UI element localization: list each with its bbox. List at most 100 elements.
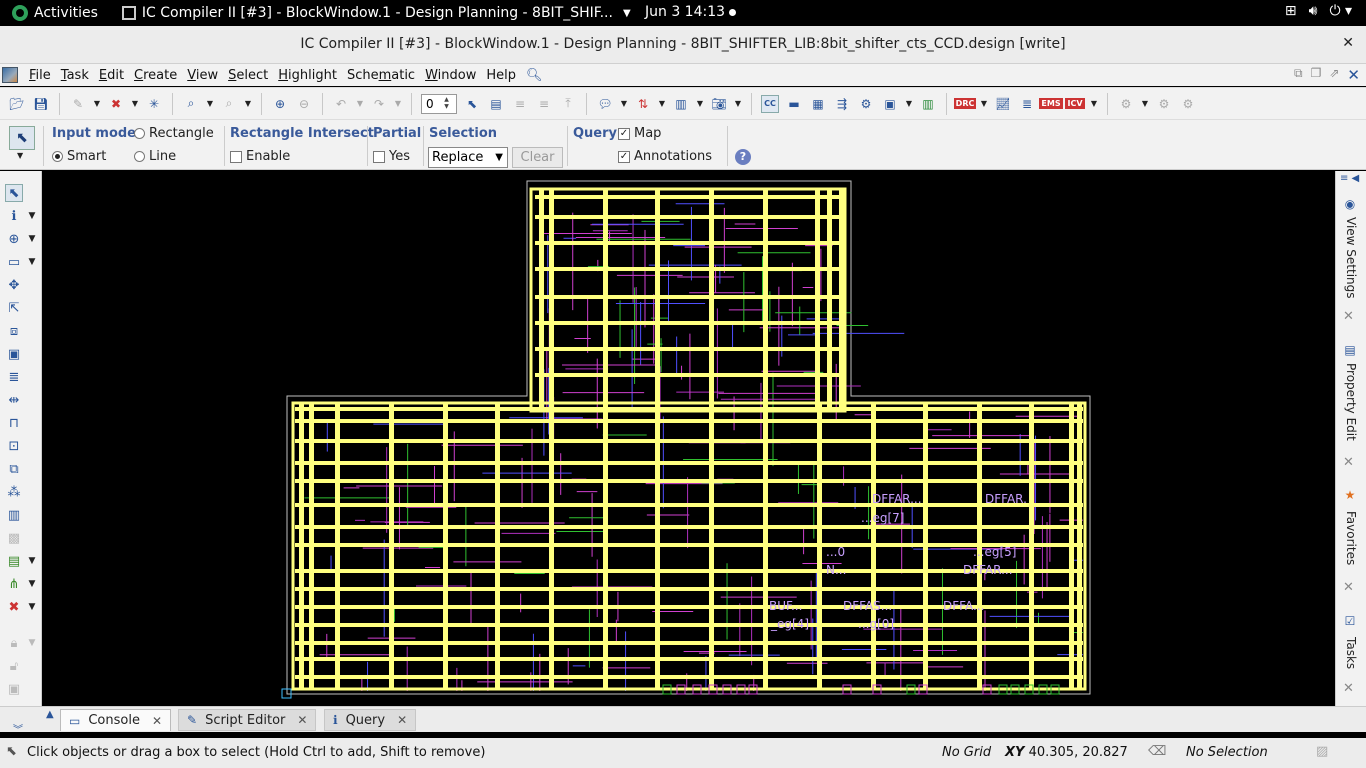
- activities-button[interactable]: Activities: [0, 5, 98, 21]
- view-settings-tab[interactable]: View Settings: [1338, 217, 1364, 299]
- chevron-down-icon[interactable]: ▼: [1090, 95, 1098, 113]
- find-icon[interactable]: ⌕: [182, 95, 200, 113]
- chevron-down-icon[interactable]: ▼: [206, 95, 214, 113]
- split-icon[interactable]: ⧈: [5, 322, 23, 340]
- tile-icon[interactable]: ⧉: [1294, 66, 1303, 84]
- panel-toggle-icon[interactable]: ▨: [1316, 744, 1328, 759]
- select-arrow-icon[interactable]: ⬉: [5, 184, 23, 202]
- menu-schematic[interactable]: Schematic: [342, 68, 420, 83]
- menu-file[interactable]: File: [24, 68, 56, 83]
- help-icon[interactable]: ?: [735, 149, 751, 165]
- tab-script-editor[interactable]: ✎ Script Editor ✕: [178, 709, 317, 731]
- chevron-down-icon[interactable]: ▼: [28, 230, 36, 248]
- bar-graph-icon[interactable]: ▤: [5, 552, 23, 570]
- gear-add-icon[interactable]: ⚙: [1155, 95, 1173, 113]
- clear-button[interactable]: Clear: [512, 147, 563, 168]
- select-tool-icon[interactable]: ⬉: [463, 95, 481, 113]
- chevron-down-icon[interactable]: ▼: [28, 207, 36, 225]
- zoom-icon[interactable]: ⊕: [5, 230, 23, 248]
- chevron-down-icon[interactable]: ▼: [28, 253, 36, 271]
- menu-lines-icon[interactable]: ≡ ◀: [1340, 173, 1359, 184]
- chevron-down-icon[interactable]: ▼: [356, 95, 364, 113]
- chevron-down-icon[interactable]: ▼: [17, 151, 23, 160]
- chevron-down-icon[interactable]: ▼: [620, 95, 628, 113]
- icv-icon[interactable]: ICV: [1065, 95, 1085, 113]
- net-icon[interactable]: ⋔: [5, 575, 23, 593]
- close-icon[interactable]: ✕: [1343, 580, 1354, 595]
- align-icon[interactable]: ≡: [511, 95, 529, 113]
- delete-icon[interactable]: ✖: [107, 95, 125, 113]
- menu-create[interactable]: Create: [129, 68, 182, 83]
- menu-select[interactable]: Select: [223, 68, 273, 83]
- align-cells-icon[interactable]: ≣: [5, 368, 23, 386]
- ems-icon[interactable]: EMS: [1039, 95, 1063, 113]
- chevron-down-icon[interactable]: ▼: [905, 95, 913, 113]
- collapse-panel-icon[interactable]: ︾: [13, 721, 23, 736]
- pin-assign-icon[interactable]: ⇶: [833, 95, 851, 113]
- fixed-icon[interactable]: ▣: [5, 680, 23, 698]
- menu-task[interactable]: Task: [56, 68, 94, 83]
- menu-edit[interactable]: Edit: [94, 68, 129, 83]
- timing-chart-icon[interactable]: 📈︎: [994, 95, 1012, 113]
- close-icon[interactable]: ✕: [152, 714, 162, 728]
- search-icon[interactable]: 🔍︎: [521, 68, 548, 83]
- close-block-window-button[interactable]: ✕: [1347, 66, 1360, 84]
- histogram-icon[interactable]: ≣: [1018, 95, 1036, 113]
- smart-radio[interactable]: Smart: [52, 149, 106, 164]
- redo-icon[interactable]: ↷: [370, 95, 388, 113]
- align-top-icon[interactable]: ⤒: [559, 95, 577, 113]
- zoom-out-icon[interactable]: ⊖: [295, 95, 313, 113]
- chevron-down-icon[interactable]: ▼: [28, 598, 36, 616]
- annotations-checkbox[interactable]: ✓ Annotations: [618, 149, 712, 164]
- menu-window[interactable]: Window: [420, 68, 481, 83]
- hierarchy-icon[interactable]: ▤: [487, 95, 505, 113]
- route-icon[interactable]: ⇅: [634, 95, 652, 113]
- system-tray[interactable]: ⊞ 🔊︎ ⏻ ▾: [1285, 3, 1352, 19]
- window-close-button[interactable]: ✕: [1342, 35, 1354, 51]
- tab-console[interactable]: ▭ Console ✕: [60, 709, 172, 731]
- cross-probe-icon[interactable]: ✳: [145, 95, 163, 113]
- blockage-icon[interactable]: ▩: [5, 529, 23, 547]
- favorites-tab[interactable]: Favorites: [1338, 511, 1364, 565]
- lock-icon[interactable]: 🔒︎: [5, 634, 23, 652]
- chevron-down-icon[interactable]: ▼: [131, 95, 139, 113]
- clock[interactable]: Jun 3 14:13: [645, 4, 737, 20]
- tasks-tab[interactable]: Tasks: [1338, 637, 1364, 669]
- chevron-down-icon[interactable]: ▼: [244, 95, 252, 113]
- close-icon[interactable]: ✕: [1343, 309, 1354, 324]
- tab-query[interactable]: ℹ Query ✕: [324, 709, 417, 731]
- close-icon[interactable]: ✕: [1343, 455, 1354, 470]
- floorplan-icon[interactable]: ▣: [881, 95, 899, 113]
- undo-icon[interactable]: ↶: [332, 95, 350, 113]
- group-icon[interactable]: ⁂: [5, 483, 23, 501]
- layout-canvas[interactable]: DFFAR... DFFAR. ...eg[7] ...0 ...eg[5] N…: [43, 171, 1334, 706]
- camera-icon[interactable]: 📷︎: [710, 95, 728, 113]
- close-icon[interactable]: ✕: [297, 713, 307, 727]
- mirror-icon[interactable]: ⇹: [5, 391, 23, 409]
- copy-icon[interactable]: ⧉: [5, 460, 23, 478]
- chevron-down-icon[interactable]: ▼: [696, 95, 704, 113]
- rectangle-radio[interactable]: Rectangle: [134, 126, 214, 141]
- placement-icon[interactable]: ⚙: [857, 95, 875, 113]
- restore-icon[interactable]: ❐: [1311, 66, 1322, 84]
- ruler-icon[interactable]: ▭: [5, 253, 23, 271]
- menu-help[interactable]: Help: [481, 68, 521, 83]
- pin-icon[interactable]: ⊓: [5, 414, 23, 432]
- menu-highlight[interactable]: Highlight: [273, 68, 342, 83]
- chevron-down-icon[interactable]: ▼: [394, 95, 402, 113]
- close-icon[interactable]: ✕: [397, 713, 407, 727]
- grid-cell-icon[interactable]: ▦: [809, 95, 827, 113]
- pen-icon[interactable]: ✎: [69, 95, 87, 113]
- drc-icon[interactable]: DRC: [953, 95, 977, 113]
- chevron-down-icon[interactable]: ▼: [28, 575, 36, 593]
- align-bottom-icon[interactable]: ≡: [535, 95, 553, 113]
- gear-remove-icon[interactable]: ⚙: [1179, 95, 1197, 113]
- save-icon[interactable]: 💾︎: [32, 95, 50, 113]
- partial-yes-checkbox[interactable]: Yes: [373, 149, 410, 164]
- save-region-icon[interactable]: ▣: [5, 345, 23, 363]
- selection-mode-select[interactable]: Replace ▼: [428, 147, 508, 168]
- expand-panel-icon[interactable]: ▲: [46, 709, 54, 720]
- voltage-area-icon[interactable]: ▥: [919, 95, 937, 113]
- menu-view[interactable]: View: [182, 68, 223, 83]
- line-radio[interactable]: Line: [134, 149, 176, 164]
